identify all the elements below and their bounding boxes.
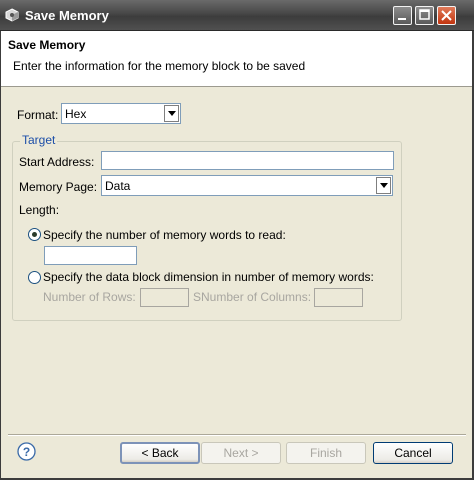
close-icon xyxy=(441,10,452,21)
memory-page-combo[interactable]: Data xyxy=(101,175,393,196)
start-address-input[interactable] xyxy=(101,151,394,170)
target-legend: Target xyxy=(20,133,58,147)
footer-separator xyxy=(8,434,466,436)
format-combo[interactable]: Hex xyxy=(61,103,181,124)
length-label: Length: xyxy=(19,203,60,217)
finish-button[interactable]: Finish xyxy=(286,442,366,464)
help-icon[interactable]: ? xyxy=(17,442,36,461)
start-address-label: Start Address: xyxy=(19,155,95,169)
page-title: Save Memory xyxy=(8,38,86,52)
format-label: Format: xyxy=(17,108,59,122)
minimize-button[interactable] xyxy=(393,6,412,25)
maximize-icon xyxy=(419,9,430,20)
radio-selected-dot xyxy=(32,232,37,237)
columns-input[interactable] xyxy=(314,288,363,307)
window-title: Save Memory xyxy=(25,8,109,23)
gear-cube-icon xyxy=(5,8,19,22)
radio-dimension[interactable] xyxy=(28,271,41,284)
close-button[interactable] xyxy=(437,6,456,25)
radio-dimension-label[interactable]: Specify the data block dimension in numb… xyxy=(43,270,374,284)
next-button[interactable]: Next > xyxy=(201,442,281,464)
words-count-input[interactable] xyxy=(44,246,137,265)
page-description: Enter the information for the memory blo… xyxy=(13,59,306,73)
columns-label: SNumber of Columns: xyxy=(193,290,312,304)
back-button[interactable]: < Back xyxy=(120,442,200,464)
rows-label: Number of Rows: xyxy=(43,290,136,304)
wizard-header: Save Memory Enter the information for th… xyxy=(1,31,473,87)
title-bar[interactable]: Save Memory xyxy=(0,0,474,31)
chevron-down-icon xyxy=(380,183,388,188)
memory-page-dropdown-button[interactable] xyxy=(376,177,391,194)
radio-words[interactable] xyxy=(28,228,41,241)
format-dropdown-button[interactable] xyxy=(164,105,179,122)
chevron-down-icon xyxy=(168,111,176,116)
svg-text:?: ? xyxy=(23,445,30,459)
maximize-button[interactable] xyxy=(415,6,434,25)
format-value: Hex xyxy=(65,107,87,121)
radio-words-label[interactable]: Specify the number of memory words to re… xyxy=(43,228,286,242)
memory-page-label: Memory Page: xyxy=(19,180,98,194)
minimize-icon xyxy=(398,18,406,20)
memory-page-value: Data xyxy=(105,179,131,193)
cancel-button[interactable]: Cancel xyxy=(373,442,453,464)
rows-input[interactable] xyxy=(140,288,189,307)
